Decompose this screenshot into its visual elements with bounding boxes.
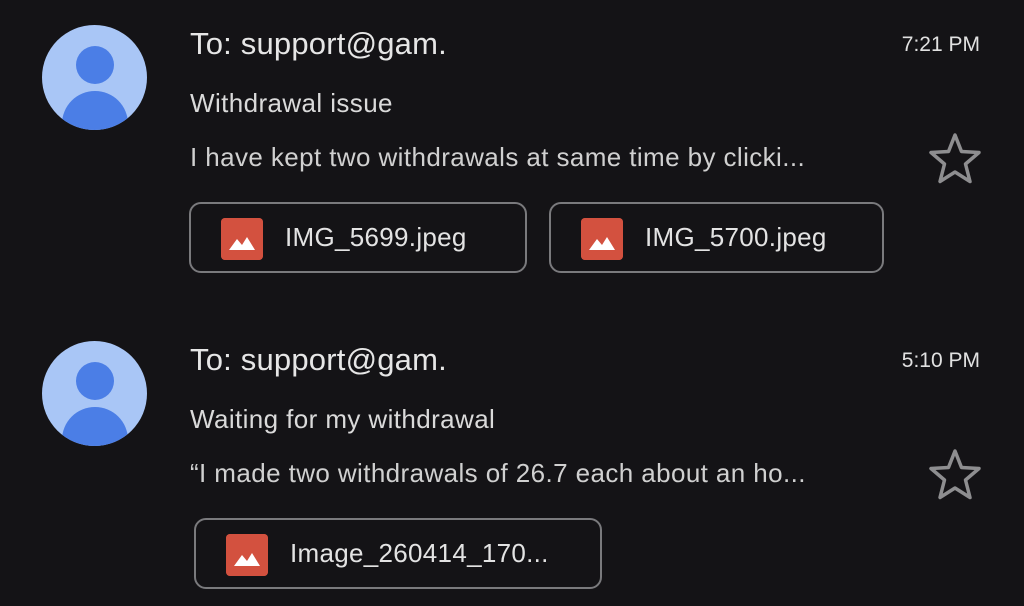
email-item[interactable]: To: support@gam. 5:10 PM Waiting for my … [0,316,1024,606]
email-subject: Waiting for my withdrawal [190,404,496,434]
attachment-name: IMG_5700.jpeg [645,222,827,252]
avatar-body [62,407,128,446]
avatar[interactable] [42,25,147,130]
attachment-chip[interactable]: IMG_5699.jpeg [189,202,527,273]
image-icon [226,534,268,576]
avatar-head [76,46,114,84]
email-recipient: To: support@gam. [190,26,447,61]
email-list: To: support@gam. 7:21 PM Withdrawal issu… [0,0,1024,606]
star-icon[interactable] [926,131,984,187]
attachment-name: Image_260414_170... [290,538,549,568]
attachment-chip[interactable]: Image_260414_170... [194,518,602,589]
email-subject: Withdrawal issue [190,88,393,118]
email-time: 7:21 PM [901,33,980,56]
star-icon[interactable] [926,447,984,503]
email-snippet: I have kept two withdrawals at same time… [190,142,806,172]
email-snippet: “I made two withdrawals of 26.7 each abo… [190,458,806,488]
avatar-body [62,91,128,130]
email-item[interactable]: To: support@gam. 7:21 PM Withdrawal issu… [0,0,1024,300]
email-time: 5:10 PM [901,349,980,372]
attachment-name: IMG_5699.jpeg [285,222,467,252]
image-icon [581,218,623,260]
avatar-head [76,362,114,400]
image-icon [221,218,263,260]
attachment-chip[interactable]: IMG_5700.jpeg [549,202,884,273]
avatar[interactable] [42,341,147,446]
email-recipient: To: support@gam. [190,342,447,377]
